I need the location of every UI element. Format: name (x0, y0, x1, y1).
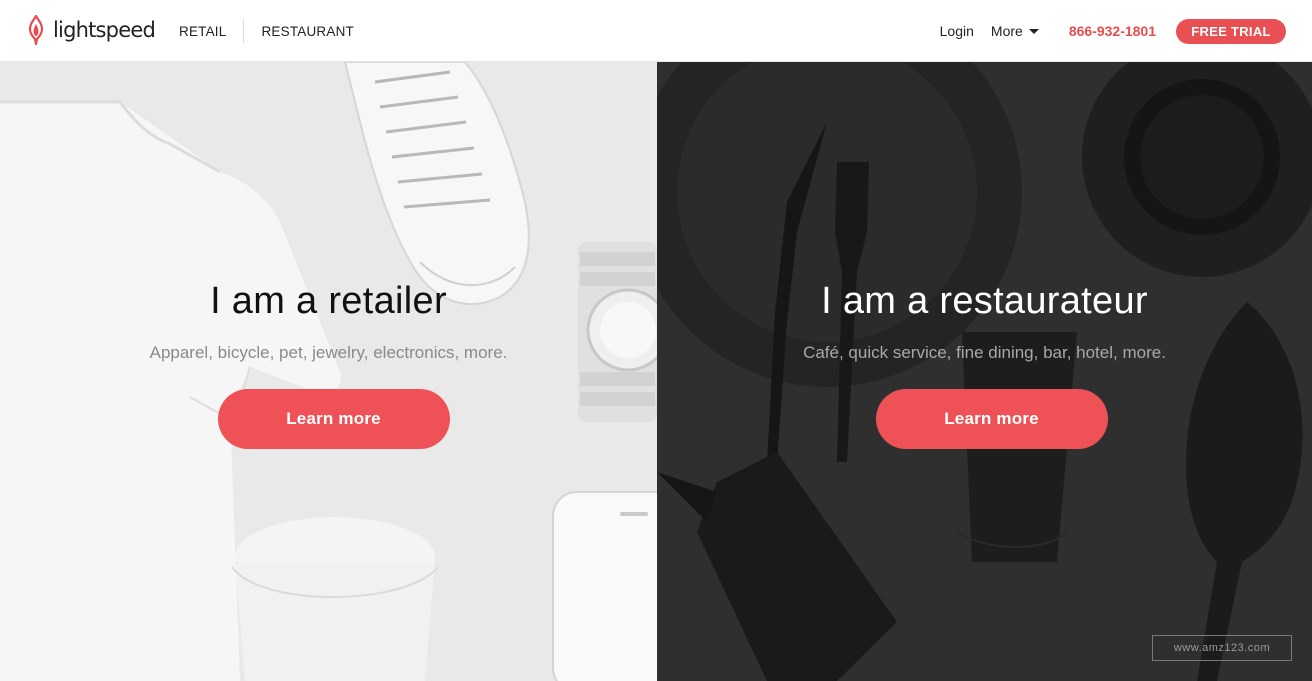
more-label: More (990, 23, 1023, 39)
nav-restaurant-link[interactable]: RESTAURANT (261, 24, 354, 39)
retail-subtitle: Apparel, bicycle, pet, jewelry, electron… (149, 343, 508, 362)
restaurant-learn-more-button[interactable]: Learn more (875, 389, 1108, 449)
nav-divider (243, 19, 245, 43)
free-trial-button[interactable]: FREE TRIAL (1176, 18, 1286, 44)
restaurant-title: I am a restaurateur (821, 280, 1148, 322)
flame-logo-icon (28, 15, 44, 45)
restaurant-subtitle: Café, quick service, fine dining, bar, h… (803, 343, 1166, 362)
restaurant-panel: I am a restaurateur Café, quick service,… (657, 62, 1312, 681)
site-header: lightspeed RETAIL RESTAURANT Login More … (0, 0, 1312, 62)
caret-down-icon (1028, 29, 1039, 34)
logo-text: lightspeed (53, 18, 156, 42)
lightspeed-logo[interactable]: lightspeed (26, 15, 156, 45)
utility-nav: Login More 866-932-1801 FREE TRIAL (940, 0, 1286, 62)
restaurant-hero: I am a restaurateur Café, quick service,… (657, 280, 1312, 449)
nav-retail-link[interactable]: RETAIL (179, 24, 226, 39)
retail-hero: I am a retailer Apparel, bicycle, pet, j… (0, 280, 657, 449)
more-dropdown[interactable]: More (991, 23, 1039, 39)
retail-panel: I am a retailer Apparel, bicycle, pet, j… (0, 62, 657, 681)
retail-learn-more-button[interactable]: Learn more (217, 389, 450, 449)
watermark: www.amz123.com (1152, 635, 1292, 661)
login-link[interactable]: Login (940, 23, 974, 39)
phone-number-link[interactable]: 866-932-1801 (1069, 23, 1156, 39)
retail-title: I am a retailer (210, 280, 447, 322)
segment-nav: RETAIL RESTAURANT (179, 0, 354, 62)
